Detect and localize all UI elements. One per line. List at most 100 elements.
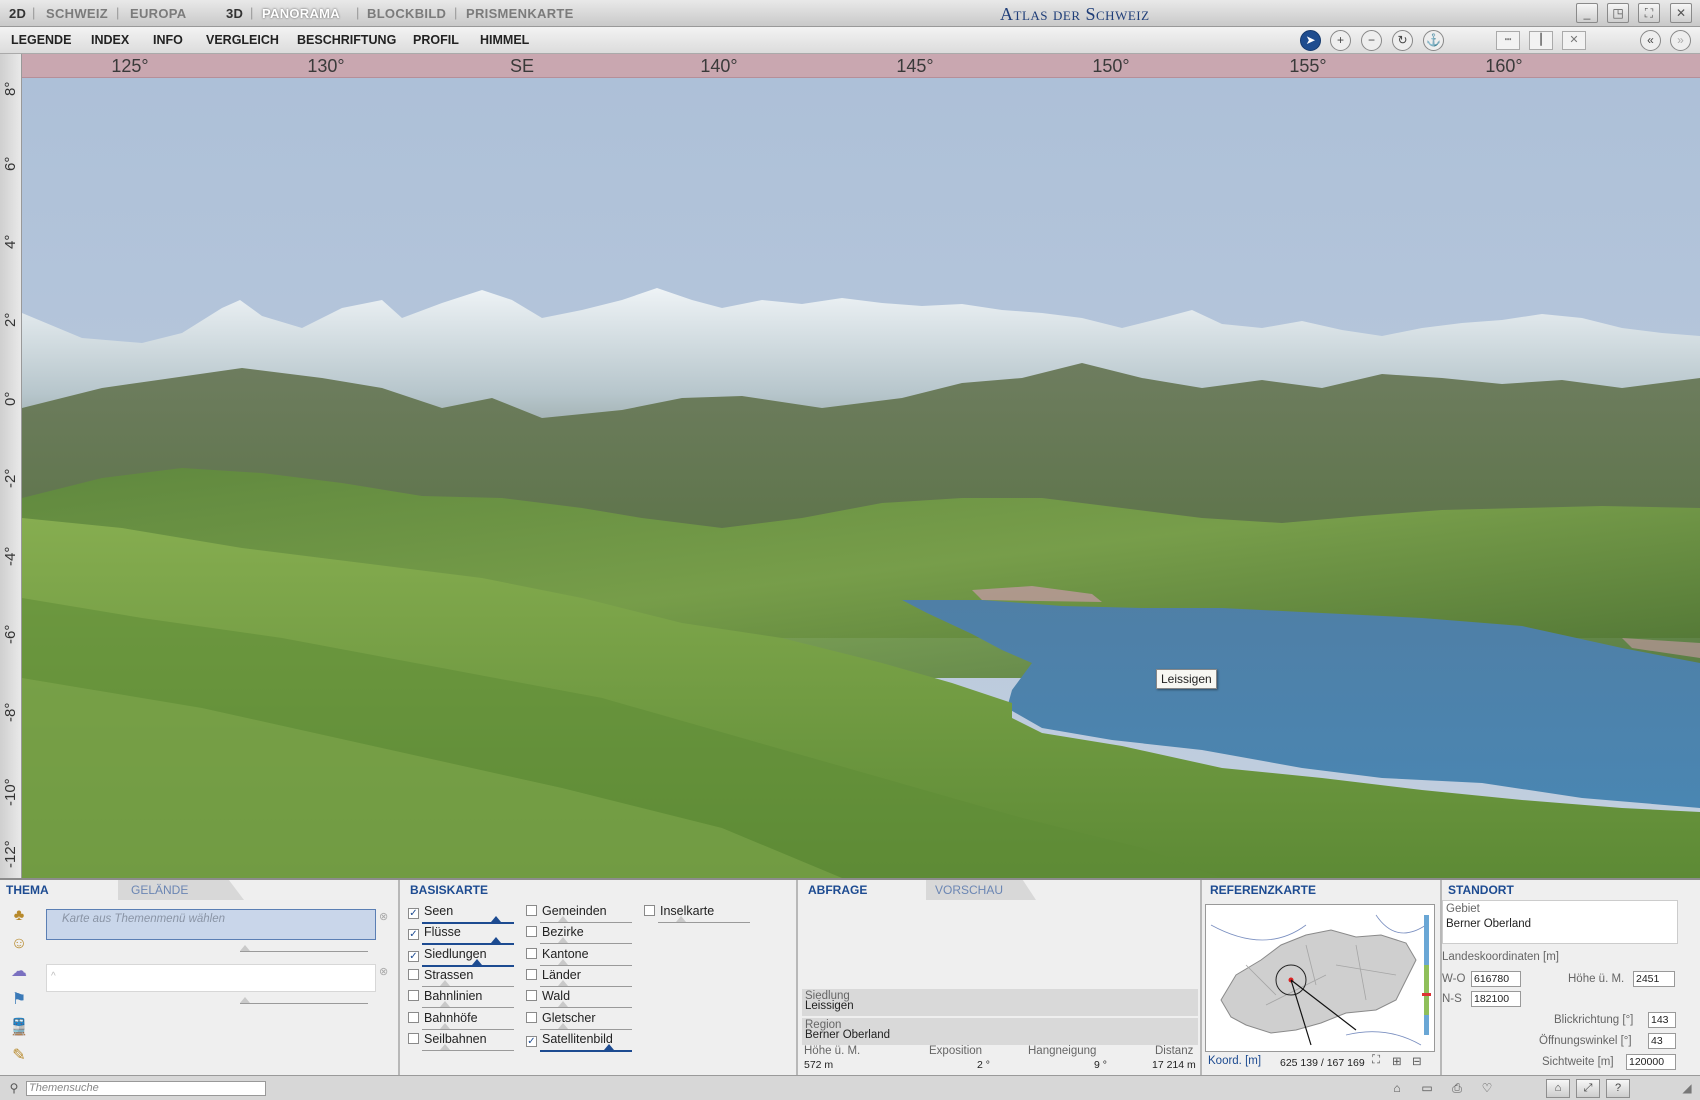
layer-opacity-slider[interactable] (540, 979, 632, 987)
slider-knob[interactable] (440, 979, 450, 986)
menu-legende[interactable]: LEGENDE (11, 33, 71, 47)
layer-seen-checkbox[interactable]: ✓ Seen (408, 904, 453, 919)
slider-knob[interactable] (472, 958, 483, 965)
layer-opacity-slider[interactable] (422, 1043, 514, 1051)
folder-icon[interactable]: ⌂ (1386, 1079, 1408, 1097)
close-button[interactable]: ✕ (1670, 3, 1692, 23)
cloud-icon[interactable]: ☁ (6, 960, 32, 984)
slider-knob[interactable] (558, 958, 568, 965)
pan-tool-icon[interactable]: ↻ (1392, 30, 1413, 51)
mode-3d-label[interactable]: 3D (226, 6, 243, 21)
mode-blockbild[interactable]: BLOCKBILD (367, 6, 446, 21)
clear-theme-secondary-icon[interactable]: ⊗ (379, 965, 388, 978)
panorama-view[interactable]: Leissigen (22, 78, 1700, 878)
viewpoint-tool-icon[interactable]: ⚓ (1423, 30, 1444, 51)
theme-select[interactable]: Karte aus Themenmenü wählen (46, 909, 376, 940)
checkbox-empty-icon[interactable] (526, 926, 537, 938)
layer-opacity-slider[interactable] (422, 958, 514, 967)
mode-panorama[interactable]: PANORAMA (262, 6, 340, 21)
layer-opacity-slider[interactable] (422, 1022, 514, 1030)
checkbox-checked-icon[interactable]: ✓ (408, 929, 419, 941)
layer-opacity-slider[interactable] (422, 1001, 514, 1009)
oeffnungswinkel-input[interactable]: 43 (1648, 1033, 1676, 1049)
checkbox-checked-icon[interactable]: ✓ (408, 908, 419, 919)
link-icon[interactable]: ⤢ (1576, 1079, 1600, 1098)
wo-input[interactable]: 616780 (1471, 971, 1521, 987)
flag-icon[interactable]: ⚑ (6, 988, 32, 1012)
slider-knob[interactable] (558, 979, 568, 986)
pointer-tool-icon[interactable]: ➤ (1300, 30, 1321, 51)
tab-vorschau[interactable]: VORSCHAU (929, 880, 1009, 900)
split-vertical-icon[interactable]: ┃ (1529, 31, 1553, 50)
menu-profil[interactable]: PROFIL (413, 33, 459, 47)
theme-select-secondary[interactable]: ^ (46, 964, 376, 992)
checkbox-empty-icon[interactable] (526, 968, 537, 980)
ref-zoom-out-icon[interactable]: ⊟ (1412, 1054, 1422, 1068)
tree-icon[interactable]: ♣ (6, 904, 32, 928)
menu-vergleich[interactable]: VERGLEICH (206, 33, 279, 47)
layer-länder-checkbox[interactable]: Länder (526, 968, 581, 982)
menu-index[interactable]: INDEX (91, 33, 129, 47)
restore-button[interactable]: ◳ (1607, 3, 1629, 23)
reference-map[interactable] (1205, 904, 1435, 1052)
layer-bezirke-checkbox[interactable]: Bezirke (526, 925, 584, 939)
zoom-in-icon[interactable]: + (1330, 30, 1351, 51)
menu-himmel[interactable]: HIMMEL (480, 33, 529, 47)
print-icon[interactable]: ⎙ (1446, 1079, 1468, 1097)
layer-opacity-slider[interactable] (540, 1043, 632, 1052)
layer-opacity-slider[interactable] (422, 979, 514, 987)
checkbox-empty-icon[interactable] (526, 947, 537, 959)
mode-2d-label[interactable]: 2D (9, 6, 26, 21)
slider-knob[interactable] (558, 1001, 568, 1008)
zoom-out-icon[interactable]: − (1361, 30, 1382, 51)
collapse-right-icon[interactable]: » (1670, 30, 1691, 51)
mode-schweiz[interactable]: SCHWEIZ (46, 6, 108, 21)
layer-opacity-slider[interactable] (422, 937, 514, 946)
checkbox-checked-icon[interactable]: ✓ (526, 1035, 537, 1047)
slider-knob[interactable] (558, 937, 568, 944)
layer-opacity-slider[interactable] (540, 958, 632, 966)
layer-opacity-slider[interactable] (540, 1022, 632, 1030)
checkbox-checked-icon[interactable]: ✓ (408, 950, 419, 962)
fullscreen-button[interactable]: ⛶ (1638, 3, 1660, 23)
slider-knob[interactable] (558, 1022, 568, 1029)
ns-input[interactable]: 182100 (1471, 991, 1521, 1007)
split-horizontal-icon[interactable]: ┅ (1496, 31, 1520, 50)
tools-icon[interactable]: ✎ (6, 1044, 32, 1068)
tab-gelaende[interactable]: GELÄNDE (125, 880, 194, 900)
minimize-button[interactable]: _ (1576, 3, 1598, 23)
tab-thema[interactable]: THEMA (0, 880, 55, 900)
compare-cross-icon[interactable]: ✕ (1562, 31, 1586, 50)
layer-opacity-slider[interactable] (422, 916, 514, 924)
checkbox-empty-icon[interactable] (644, 905, 655, 916)
checkbox-empty-icon[interactable] (526, 990, 537, 1002)
slider-knob[interactable] (676, 916, 686, 922)
layer-opacity-slider[interactable] (658, 916, 750, 923)
ref-fit-icon[interactable]: ⛶ (1372, 1054, 1380, 1067)
settings-icon[interactable]: ♡ (1476, 1079, 1498, 1097)
layer-opacity-slider[interactable] (540, 916, 632, 923)
tab-abfrage[interactable]: ABFRAGE (802, 880, 873, 900)
slider-knob[interactable] (558, 916, 568, 922)
checkbox-empty-icon[interactable] (408, 1032, 419, 1044)
mode-europa[interactable]: EUROPA (130, 6, 186, 21)
resize-grip-icon[interactable]: ◢ (1676, 1079, 1698, 1097)
checkbox-empty-icon[interactable] (526, 1011, 537, 1023)
checkbox-empty-icon[interactable] (408, 990, 419, 1002)
menu-beschriftung[interactable]: BESCHRIFTUNG (297, 33, 396, 47)
checkbox-empty-icon[interactable] (408, 968, 419, 980)
layer-opacity-slider[interactable] (540, 937, 632, 945)
comment-icon[interactable]: ▭ (1416, 1079, 1438, 1097)
hoehe-input[interactable]: 2451 (1633, 971, 1675, 987)
layer-flüsse-checkbox[interactable]: ✓ Flüsse (408, 925, 461, 941)
menu-info[interactable]: INFO (153, 33, 183, 47)
theme-search-input[interactable]: Themensuche (26, 1081, 266, 1096)
mode-prismenkarte[interactable]: PRISMENKARTE (466, 6, 574, 21)
people-icon[interactable]: ☺ (6, 932, 32, 956)
theme-secondary-opacity-slider[interactable] (240, 997, 368, 1004)
collapse-left-icon[interactable]: « (1640, 30, 1661, 51)
blickrichtung-input[interactable]: 143 (1648, 1012, 1676, 1028)
theme-opacity-slider[interactable] (240, 945, 368, 952)
layer-satellitenbild-checkbox[interactable]: ✓ Satellitenbild (526, 1032, 613, 1047)
slider-knob[interactable] (440, 1043, 450, 1050)
